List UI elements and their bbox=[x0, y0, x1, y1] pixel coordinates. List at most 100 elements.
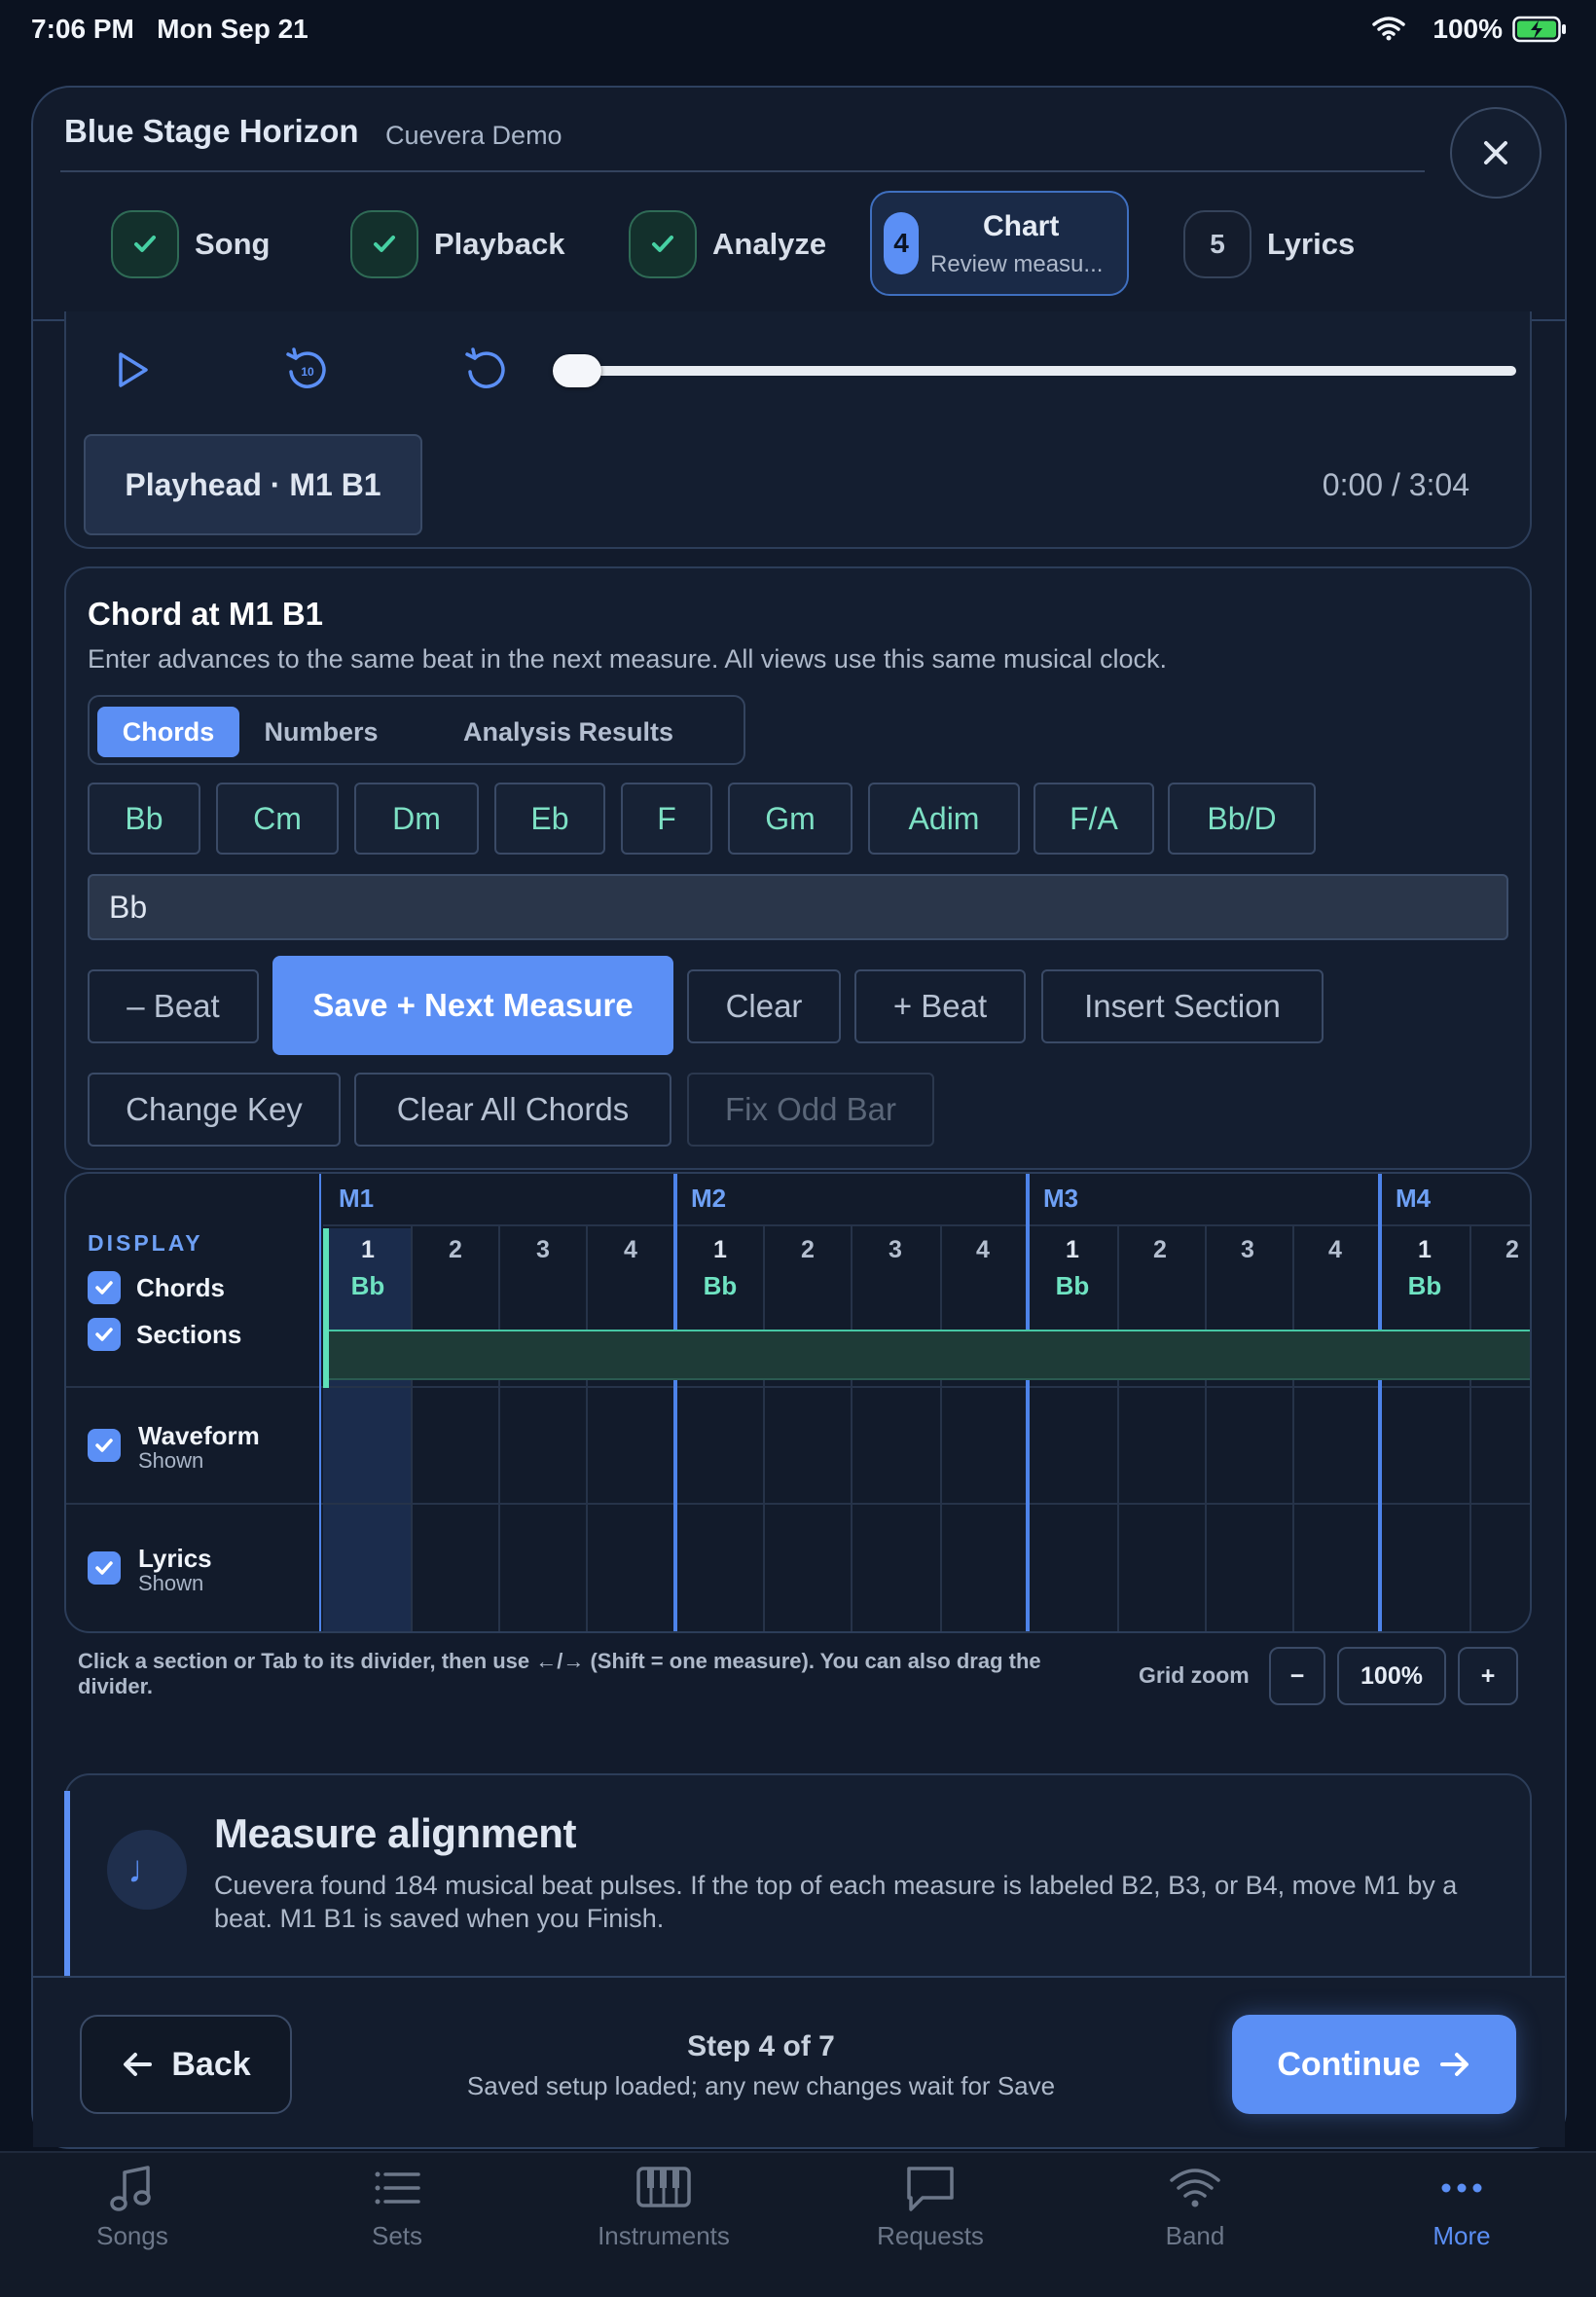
chord-chip-bb[interactable]: Bb bbox=[88, 783, 200, 855]
beat-divider bbox=[1469, 1226, 1471, 1631]
scrub-slider[interactable] bbox=[557, 366, 1516, 376]
step-label: Chart bbox=[983, 210, 1060, 242]
beat-divider bbox=[851, 1226, 852, 1631]
tab-songs[interactable]: Songs bbox=[35, 2163, 230, 2251]
close-button[interactable] bbox=[1450, 107, 1542, 199]
clear-all-chords-button[interactable]: Clear All Chords bbox=[354, 1073, 671, 1147]
beat-number: 4 bbox=[1328, 1236, 1342, 1263]
beat-number: 3 bbox=[1241, 1236, 1254, 1263]
toggle-label: Chords bbox=[136, 1273, 225, 1302]
tab-analysis-results[interactable]: Analysis Results bbox=[403, 707, 734, 757]
alignment-title: Measure alignment bbox=[214, 1810, 576, 1856]
clear-button[interactable]: Clear bbox=[687, 969, 841, 1043]
continue-button[interactable]: Continue bbox=[1232, 2015, 1516, 2114]
step-chart[interactable]: 4 Chart Review measu... bbox=[870, 191, 1129, 296]
chord-chip-dm[interactable]: Dm bbox=[354, 783, 479, 855]
beat-chord[interactable]: Bb bbox=[339, 1271, 397, 1301]
step-lyrics[interactable]: 5 Lyrics bbox=[1183, 210, 1355, 278]
chord-chip-f[interactable]: F bbox=[621, 783, 712, 855]
rewind-10-icon[interactable]: 10 bbox=[282, 345, 333, 395]
playhead-marker bbox=[323, 1228, 329, 1388]
tab-instruments[interactable]: Instruments bbox=[566, 2163, 761, 2251]
checkbox-chords[interactable] bbox=[88, 1271, 121, 1304]
restart-icon[interactable] bbox=[461, 345, 512, 395]
checkmark-icon bbox=[95, 1439, 113, 1452]
mode-tabs: Chords Numbers Analysis Results bbox=[88, 695, 745, 765]
scrub-slider-thumb[interactable] bbox=[553, 354, 601, 387]
tab-more[interactable]: More bbox=[1364, 2163, 1559, 2251]
checkmark-icon bbox=[95, 1561, 113, 1575]
chord-chip-cm[interactable]: Cm bbox=[216, 783, 339, 855]
display-label: DISPLAY bbox=[88, 1230, 203, 1256]
beat-number: 1 bbox=[713, 1236, 727, 1263]
arrow-right-icon bbox=[1439, 2053, 1469, 2076]
piano-icon bbox=[636, 2167, 691, 2207]
tab-requests[interactable]: Requests bbox=[833, 2163, 1028, 2251]
tab-sets[interactable]: Sets bbox=[300, 2163, 494, 2251]
grid-header-divider bbox=[323, 1224, 1530, 1226]
tab-band[interactable]: Band bbox=[1098, 2163, 1292, 2251]
beat-number: 3 bbox=[889, 1236, 902, 1263]
header-divider bbox=[60, 170, 1425, 172]
checkmark-icon bbox=[111, 210, 179, 278]
section-band[interactable] bbox=[323, 1330, 1530, 1380]
chord-chip-adim[interactable]: Adim bbox=[868, 783, 1020, 855]
chord-chip-bb-over-d[interactable]: Bb/D bbox=[1168, 783, 1316, 855]
step-analyze[interactable]: Analyze bbox=[629, 210, 826, 278]
step-song[interactable]: Song bbox=[111, 210, 271, 278]
beat-number: 2 bbox=[801, 1236, 815, 1263]
grid-zoom-label: Grid zoom bbox=[1139, 1662, 1250, 1688]
change-key-button[interactable]: Change Key bbox=[88, 1073, 341, 1147]
beat-chord[interactable]: Bb bbox=[1043, 1271, 1102, 1301]
measure-label: M2 bbox=[691, 1184, 727, 1213]
tab-label: Band bbox=[1165, 2221, 1225, 2250]
fix-odd-bar-button: Fix Odd Bar bbox=[687, 1073, 934, 1147]
zoom-in-button[interactable]: + bbox=[1458, 1647, 1518, 1705]
checkbox-waveform[interactable] bbox=[88, 1429, 121, 1462]
playhead-button[interactable]: Playhead · M1 B1 bbox=[84, 434, 422, 535]
play-icon[interactable] bbox=[115, 350, 150, 389]
minus-beat-button[interactable]: – Beat bbox=[88, 969, 259, 1043]
label-column-divider bbox=[319, 1174, 321, 1631]
tab-label: More bbox=[1433, 2221, 1491, 2250]
tab-label: Songs bbox=[96, 2221, 168, 2250]
beat-chord[interactable]: Bb bbox=[1396, 1271, 1454, 1301]
chord-chip-gm[interactable]: Gm bbox=[728, 783, 852, 855]
ellipsis-icon bbox=[1441, 2183, 1482, 2193]
step-playback[interactable]: Playback bbox=[350, 210, 564, 278]
toggle-label: Waveform bbox=[138, 1421, 260, 1450]
tab-label: Requests bbox=[877, 2221, 984, 2250]
save-next-measure-button[interactable]: Save + Next Measure bbox=[272, 956, 673, 1055]
checkbox-lyrics[interactable] bbox=[88, 1551, 121, 1585]
insert-section-button[interactable]: Insert Section bbox=[1041, 969, 1324, 1043]
zoom-out-button[interactable]: − bbox=[1269, 1647, 1325, 1705]
checkmark-icon bbox=[95, 1328, 113, 1341]
toggle-sublabel: Shown bbox=[138, 1448, 204, 1473]
checkmark-icon bbox=[350, 210, 418, 278]
chord-chip-eb[interactable]: Eb bbox=[494, 783, 605, 855]
tab-numbers[interactable]: Numbers bbox=[243, 707, 399, 757]
step-label: Analyze bbox=[712, 227, 827, 261]
chord-chip-f-over-a[interactable]: F/A bbox=[1034, 783, 1154, 855]
plus-beat-button[interactable]: + Beat bbox=[854, 969, 1026, 1043]
beat-number: 4 bbox=[624, 1236, 637, 1263]
step-sublabel: Review measu... bbox=[930, 251, 1104, 277]
step-number: 5 bbox=[1183, 210, 1251, 278]
measure-divider bbox=[1378, 1174, 1382, 1631]
beat-number: 1 bbox=[1066, 1236, 1079, 1263]
alignment-body: Cuevera found 184 musical beat pulses. I… bbox=[214, 1871, 1458, 1933]
beat-number: 2 bbox=[1505, 1236, 1519, 1263]
time-readout: 0:00 / 3:04 bbox=[1322, 467, 1469, 502]
tab-chords[interactable]: Chords bbox=[97, 707, 239, 757]
wifi-status-icon bbox=[1372, 17, 1405, 41]
beat-number: 3 bbox=[536, 1236, 550, 1263]
measure-label: M4 bbox=[1396, 1184, 1432, 1213]
chord-editor-title: Chord at M1 B1 bbox=[88, 596, 324, 632]
beat-chord[interactable]: Bb bbox=[691, 1271, 749, 1301]
checkbox-sections[interactable] bbox=[88, 1318, 121, 1351]
beat-divider bbox=[1292, 1226, 1294, 1631]
wifi-icon bbox=[1170, 2169, 1220, 2207]
chord-input[interactable]: Bb bbox=[88, 874, 1508, 940]
song-subtitle: Cuevera Demo bbox=[385, 121, 562, 150]
measure-divider bbox=[1026, 1174, 1030, 1631]
